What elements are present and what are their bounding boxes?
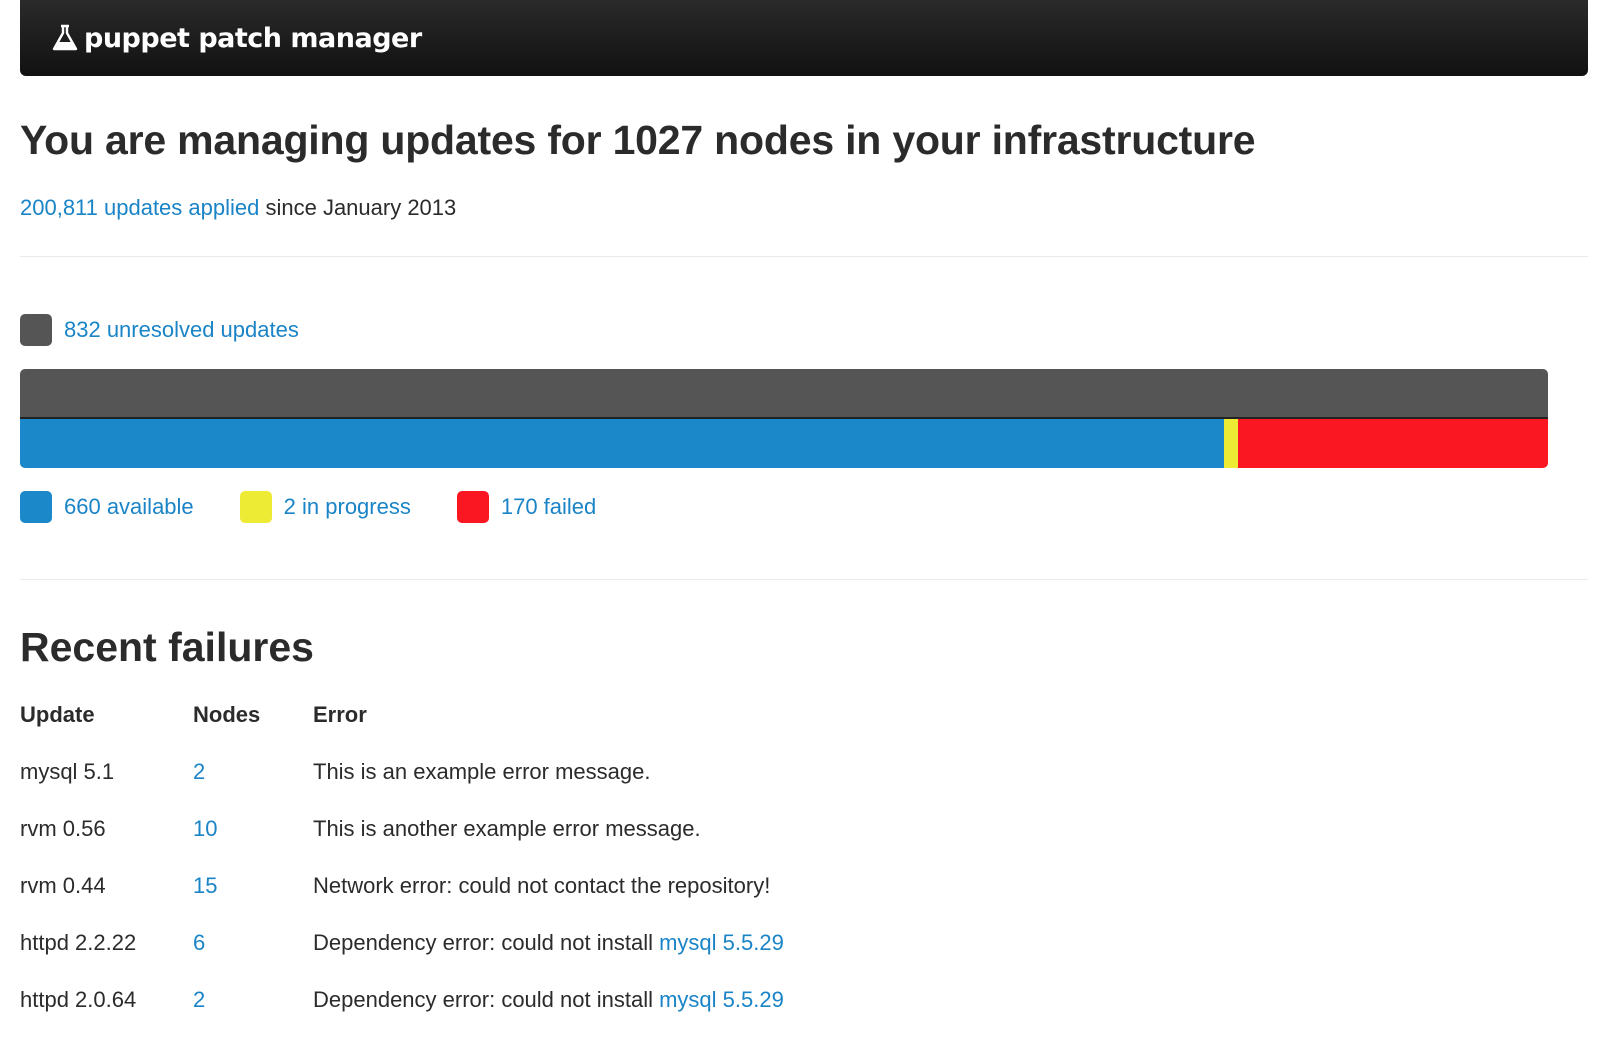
error-cell: Dependency error: could not install mysq…: [313, 914, 784, 971]
nodes-cell: 10: [193, 800, 313, 857]
puppet-flask-icon: [52, 24, 78, 51]
nodes-cell: 15: [193, 857, 313, 914]
table-row: rvm 0.44 15 Network error: could not conta…: [20, 857, 784, 914]
breakdown-bar: [20, 419, 1548, 468]
legend-swatch: [239, 491, 272, 523]
nodes-count-link[interactable]: 2: [193, 759, 205, 784]
update-name: rvm 0.44: [20, 872, 106, 898]
column-header-update: Update: [20, 701, 95, 727]
error-message: This is another example error message.: [313, 815, 701, 841]
dependency-link[interactable]: mysql 5.5.29: [659, 930, 784, 955]
unresolved-summary: 832 unresolved updates: [20, 314, 299, 346]
table-row: httpd 2.0.64 2 Dependency error: could not…: [20, 971, 784, 1028]
update-name: httpd 2.2.22: [20, 929, 137, 955]
error-message: Dependency error: could not install: [313, 929, 660, 955]
legend-link[interactable]: 2 in progress: [284, 494, 411, 520]
divider: [20, 579, 1588, 580]
table-row: mysql 5.1 2 This is an example error messa…: [20, 743, 784, 800]
recent-failures-table: Update Nodes Error mysql 5.1 2 This is an …: [20, 686, 784, 1028]
table-header-row: Update Nodes Error: [20, 686, 784, 743]
nodes-count-link[interactable]: 10: [193, 816, 217, 841]
update-name: httpd 2.0.64: [20, 986, 137, 1012]
bar-segment[interactable]: [20, 419, 1224, 468]
error-message: Network error: could not contact the rep…: [313, 872, 771, 898]
table-row: httpd 2.2.22 6 Dependency error: could not…: [20, 914, 784, 971]
nodes-cell: 6: [193, 914, 313, 971]
legend-link[interactable]: 170 failed: [501, 494, 596, 520]
error-message: Dependency error: could not install: [313, 986, 660, 1012]
legend-swatch: [456, 491, 489, 523]
table-row: rvm 0.56 10 This is another example error …: [20, 800, 784, 857]
unresolved-swatch: [20, 314, 52, 346]
status-legend: 660 available 2 in progress 170 failed: [20, 491, 642, 523]
column-header-nodes: Nodes: [193, 701, 261, 727]
divider: [20, 256, 1588, 257]
nodes-count-link[interactable]: 2: [193, 987, 205, 1012]
error-message: This is an example error message.: [313, 758, 651, 784]
legend-swatch: [20, 491, 52, 523]
legend-link[interactable]: 660 available: [64, 494, 194, 520]
updates-status-bar: [20, 369, 1548, 468]
brand[interactable]: puppet patch manager: [52, 23, 422, 54]
page-headline: You are managing updates for 1027 nodes …: [20, 117, 1256, 163]
unresolved-bar[interactable]: [20, 369, 1548, 419]
legend-item: 660 available: [20, 491, 194, 523]
column-header-error: Error: [313, 701, 367, 727]
error-cell: Network error: could not contact the rep…: [313, 857, 784, 914]
update-name: rvm 0.56: [20, 815, 106, 841]
recent-failures-title: Recent failures: [20, 624, 314, 670]
nodes-count-link[interactable]: 15: [193, 873, 217, 898]
legend-item: 2 in progress: [239, 491, 411, 523]
update-name: mysql 5.1: [20, 758, 115, 784]
applied-since-text: since January 2013: [259, 195, 457, 220]
legend-item: 170 failed: [456, 491, 596, 523]
applied-summary: 200,811 updates applied since January 20…: [20, 195, 456, 221]
error-cell: This is an example error message.: [313, 743, 784, 800]
bar-segment[interactable]: [1223, 419, 1238, 468]
nodes-cell: 2: [193, 743, 313, 800]
error-cell: Dependency error: could not install mysq…: [313, 971, 784, 1028]
nodes-count-link[interactable]: 6: [193, 930, 205, 955]
bar-segment[interactable]: [1237, 419, 1548, 468]
top-navbar: puppet patch manager: [20, 0, 1588, 76]
unresolved-updates-link[interactable]: 832 unresolved updates: [64, 317, 299, 343]
updates-applied-link[interactable]: 200,811 updates applied: [20, 195, 259, 220]
nodes-cell: 2: [193, 971, 313, 1028]
error-cell: This is another example error message.: [313, 800, 784, 857]
dependency-link[interactable]: mysql 5.5.29: [659, 987, 784, 1012]
brand-name: puppet patch manager: [84, 22, 422, 54]
